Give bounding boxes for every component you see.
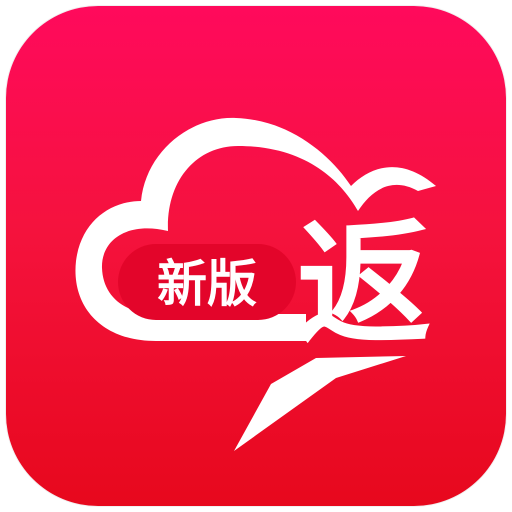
main-char: 返 — [297, 204, 432, 363]
logo: 新版 返 — [75, 117, 437, 451]
lightning-icon — [234, 356, 406, 451]
app-icon[interactable]: 新版 返 — [6, 6, 506, 506]
lightning-shape — [234, 356, 406, 451]
badge-label: 新版 — [157, 254, 257, 313]
canvas: 新版 返 — [0, 0, 512, 512]
